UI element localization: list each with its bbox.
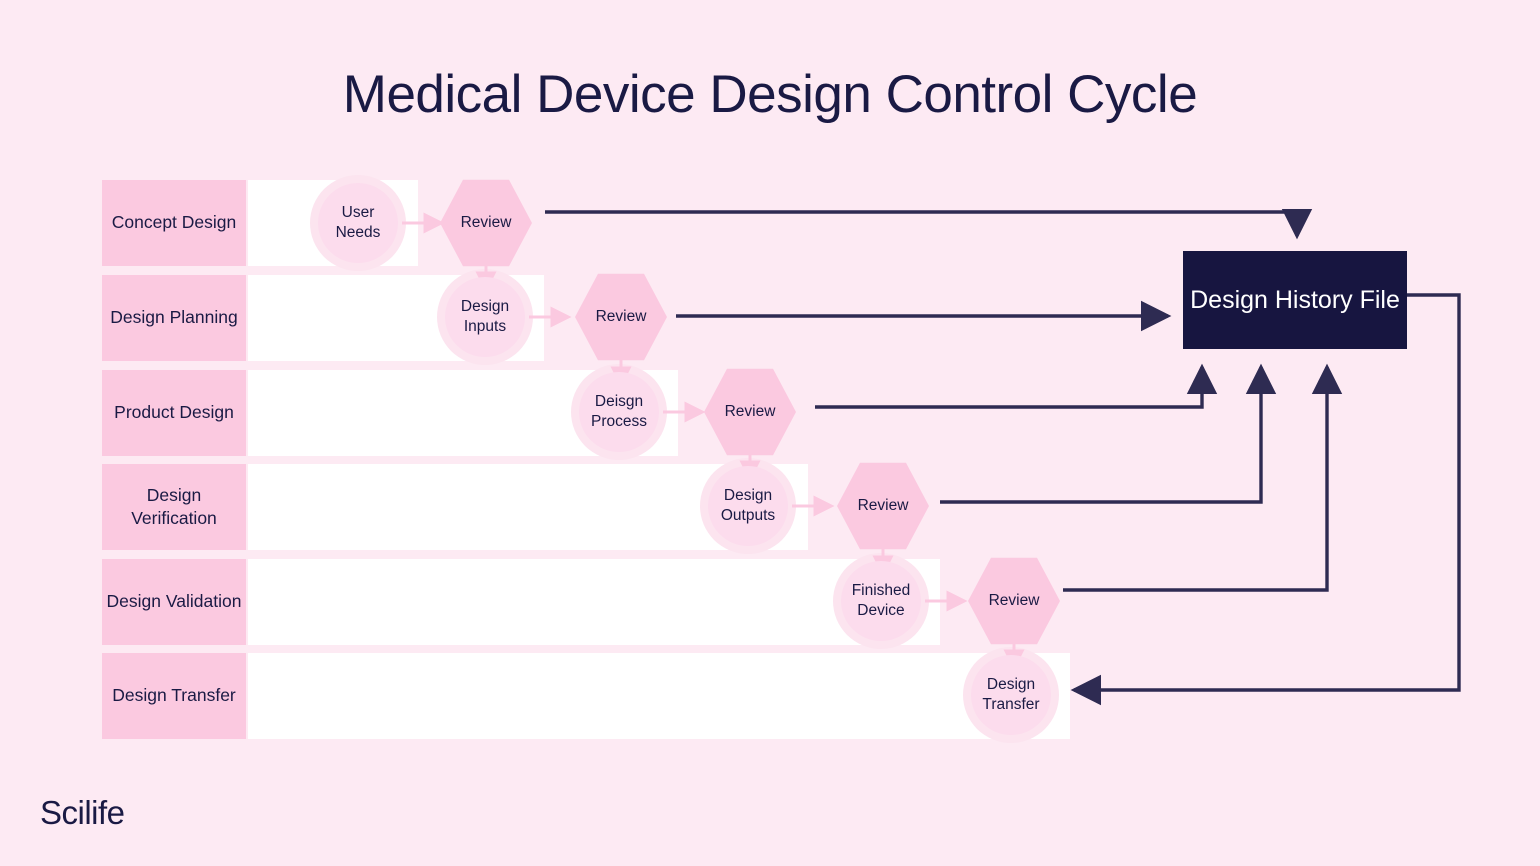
page-title: Medical Device Design Control Cycle [342, 65, 1198, 124]
stage-label-design-verification[interactable]: Design Verification [102, 464, 246, 550]
flow-design-verification-to-dhf [940, 363, 1277, 504]
node-design-inputs[interactable]: Design Inputs [445, 277, 525, 357]
flow-dhf-to-design-transfer [1070, 293, 1461, 706]
scilife-logo: Scilife [40, 794, 125, 831]
stage-label-design-planning[interactable]: Design Planning [102, 275, 246, 361]
node-label: User Needs [335, 203, 381, 241]
stage-label-product-design[interactable]: Product Design [102, 370, 246, 456]
node-user-needs[interactable]: User Needs [318, 183, 398, 263]
stage-label-concept-design[interactable]: Concept Design [102, 180, 246, 266]
stage-label-text: Design Validation [106, 591, 242, 612]
stage-label-text: Design Transfer [112, 685, 236, 706]
diagram-canvas: Medical Device Design Control Cycle Conc… [0, 0, 1540, 866]
flow-concept-design-to-dhf [545, 208, 1313, 240]
node-finished-device[interactable]: Finished Device [841, 561, 921, 641]
review-label: Review [988, 592, 1040, 609]
review-label: Review [460, 214, 512, 231]
review-label: Review [595, 308, 647, 325]
node-design-transfer[interactable]: Design Transfer [971, 655, 1051, 735]
node-design-process[interactable]: Deisgn Process [579, 372, 659, 452]
stage-label-text: Product Design [114, 402, 234, 423]
node-label: Design Outputs [720, 486, 776, 524]
review-gate-design-planning[interactable]: Review [575, 273, 667, 361]
stage-label-text: Concept Design [111, 212, 237, 233]
stage-label-design-transfer[interactable]: Design Transfer [102, 653, 246, 739]
review-gate-product-design[interactable]: Review [704, 368, 796, 456]
flow-design-validation-to-dhf [1063, 363, 1343, 592]
stage-label-design-validation[interactable]: Design Validation [102, 559, 246, 645]
row-band [248, 653, 1070, 739]
design-history-file-box[interactable]: Design History File [1183, 251, 1407, 349]
node-label: Design Inputs [460, 297, 510, 335]
node-design-outputs[interactable]: Design Outputs [708, 466, 788, 546]
node-label: Design Transfer [982, 675, 1040, 713]
review-gate-design-verification[interactable]: Review [837, 462, 929, 550]
design-history-file-label: Design History File [1190, 285, 1400, 314]
review-label: Review [724, 403, 776, 420]
stage-label-text: Design Verification [131, 484, 217, 528]
review-gate-concept-design[interactable]: Review [440, 179, 532, 267]
node-label: Deisgn Process [591, 392, 647, 430]
flow-product-design-to-dhf [815, 363, 1218, 409]
review-gate-design-validation[interactable]: Review [968, 557, 1060, 645]
stage-label-text: Design Planning [110, 307, 238, 328]
review-label: Review [857, 497, 909, 514]
node-label: Finished Device [851, 581, 911, 619]
